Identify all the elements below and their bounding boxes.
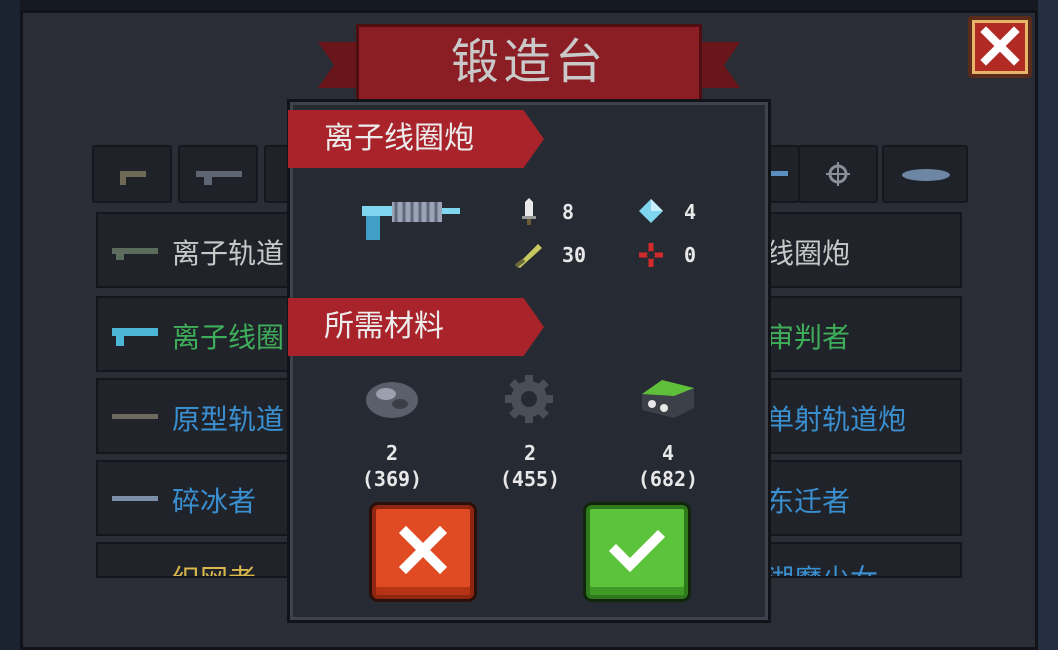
pistol-icon [120,171,146,185]
list-item-label: 东迁者 [766,485,851,518]
ion-rail-gun-icon [112,248,158,260]
accuracy-value: 30 [562,243,587,267]
close-button[interactable] [968,16,1032,78]
weapon-name-ribbon: 离子线圈炮 [288,110,544,168]
checkmark-icon [608,529,666,573]
energy-diamond-icon [639,199,663,223]
critical-value: 0 [684,243,697,267]
tab-rifle[interactable] [178,145,258,203]
gear-part-icon [505,375,553,423]
material-need: 2 [385,441,399,465]
fish-weapon-icon [902,169,950,181]
material-have: (369) [361,467,423,491]
list-item-label: 单射轨道炮 [766,403,907,436]
critical-cross-icon [639,243,663,267]
tab-fish[interactable] [882,145,968,203]
tab-target[interactable] [798,145,878,203]
close-icon [398,525,448,575]
materials-ribbon: 所需材料 [288,298,544,356]
accuracy-icon [514,244,542,268]
list-item-label: 碎冰者 [172,485,257,518]
rifle-icon [196,171,242,185]
cancel-button[interactable] [372,505,474,599]
list-item-label: 审判者 [766,321,851,354]
list-item-label: 原型轨道 [172,403,285,436]
ion-coil-gun-icon [362,202,460,240]
material-count: 4 (682) [608,440,728,492]
web-weaver-icon [106,566,162,578]
material-have: (455) [499,467,561,491]
prototype-rail-icon [112,414,158,419]
close-icon [980,26,1020,66]
material-have: (682) [637,467,699,491]
confirm-button[interactable] [586,505,688,599]
battery-part-icon [642,380,694,418]
craft-dialog [290,102,768,620]
list-item-label: 织网者 [172,558,256,576]
materials-title: 所需材料 [324,309,444,344]
tab-pistol[interactable] [92,145,172,203]
energy-cost-value: 4 [684,200,697,224]
ice-breaker-icon [112,496,158,501]
background-edge-right [1038,0,1058,650]
material-count: 2 (455) [470,440,590,492]
sword-icon [522,198,536,225]
list-item-label: 线圈炮 [766,237,851,270]
ion-coil-gun-icon [112,328,158,346]
list-item-label: 离子线圈 [172,321,285,354]
ore-icon [366,382,418,418]
material-count: 2 (369) [332,440,452,492]
list-item-label: 湖魔少女 [766,558,878,576]
background-edge-left [0,0,20,650]
page-title: 锻造台 [356,24,702,102]
list-item-label: 离子轨道 [172,237,285,270]
crosshair-icon [826,162,850,186]
weapon-name: 离子线圈炮 [324,121,474,156]
material-need: 2 [523,441,537,465]
material-need: 4 [661,441,675,465]
attack-value: 8 [562,200,575,224]
